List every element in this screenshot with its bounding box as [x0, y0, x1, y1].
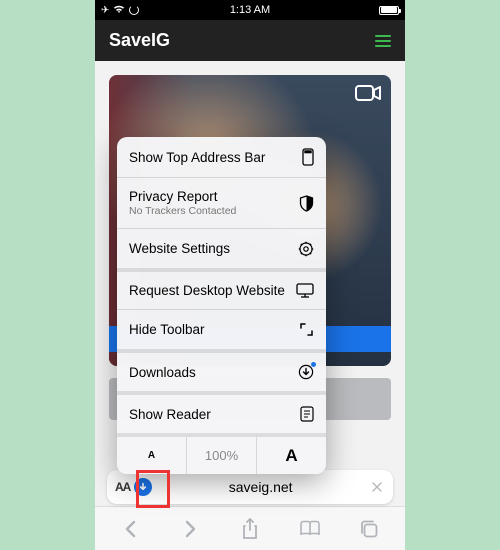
- status-bar: ✈ 1:13 AM: [95, 0, 405, 20]
- share-button[interactable]: [232, 518, 268, 540]
- zoom-level-display[interactable]: 100%: [186, 437, 256, 474]
- bottom-nav-bar: [95, 506, 405, 550]
- desktop-icon: [296, 283, 314, 298]
- hamburger-menu-icon[interactable]: [375, 35, 391, 47]
- aa-button[interactable]: AA: [115, 480, 130, 494]
- back-button[interactable]: [113, 519, 149, 539]
- phone-screen: ✈ 1:13 AM SaveIG Show Top Address Bar: [95, 0, 405, 550]
- zoom-control-row: A 100% A: [117, 433, 326, 474]
- address-domain[interactable]: saveig.net: [152, 479, 369, 495]
- address-bar[interactable]: AA saveig.net: [107, 470, 393, 504]
- site-title: SaveIG: [109, 30, 170, 51]
- airplane-mode-icon: ✈: [101, 5, 109, 16]
- menu-item-show-top-address[interactable]: Show Top Address Bar: [117, 137, 326, 177]
- battery-icon: [379, 6, 399, 15]
- menu-item-privacy-report[interactable]: Privacy Report No Trackers Contacted: [117, 177, 326, 228]
- menu-item-downloads[interactable]: Downloads: [117, 349, 326, 391]
- aa-menu-panel: Show Top Address Bar Privacy Report No T…: [117, 137, 326, 474]
- shield-icon: [299, 195, 314, 212]
- loading-spinner-icon: [129, 5, 139, 15]
- zoom-out-button[interactable]: A: [117, 437, 186, 474]
- download-icon: [298, 364, 314, 380]
- status-time: 1:13 AM: [230, 4, 270, 16]
- gear-icon: [298, 241, 314, 257]
- wifi-icon: [113, 4, 125, 17]
- expand-icon: [299, 322, 314, 337]
- video-camera-icon[interactable]: [355, 83, 381, 108]
- phone-icon: [302, 148, 314, 166]
- close-icon[interactable]: [369, 479, 385, 495]
- bookmarks-button[interactable]: [292, 520, 328, 538]
- menu-item-website-settings[interactable]: Website Settings: [117, 228, 326, 268]
- menu-item-request-desktop[interactable]: Request Desktop Website: [117, 268, 326, 309]
- menu-item-show-reader[interactable]: Show Reader: [117, 391, 326, 433]
- forward-button[interactable]: [172, 519, 208, 539]
- reader-icon: [300, 406, 314, 422]
- download-indicator-icon[interactable]: [134, 478, 152, 496]
- tabs-button[interactable]: [351, 519, 387, 539]
- menu-item-hide-toolbar[interactable]: Hide Toolbar: [117, 309, 326, 349]
- zoom-in-button[interactable]: A: [256, 437, 326, 474]
- site-header: SaveIG: [95, 20, 405, 61]
